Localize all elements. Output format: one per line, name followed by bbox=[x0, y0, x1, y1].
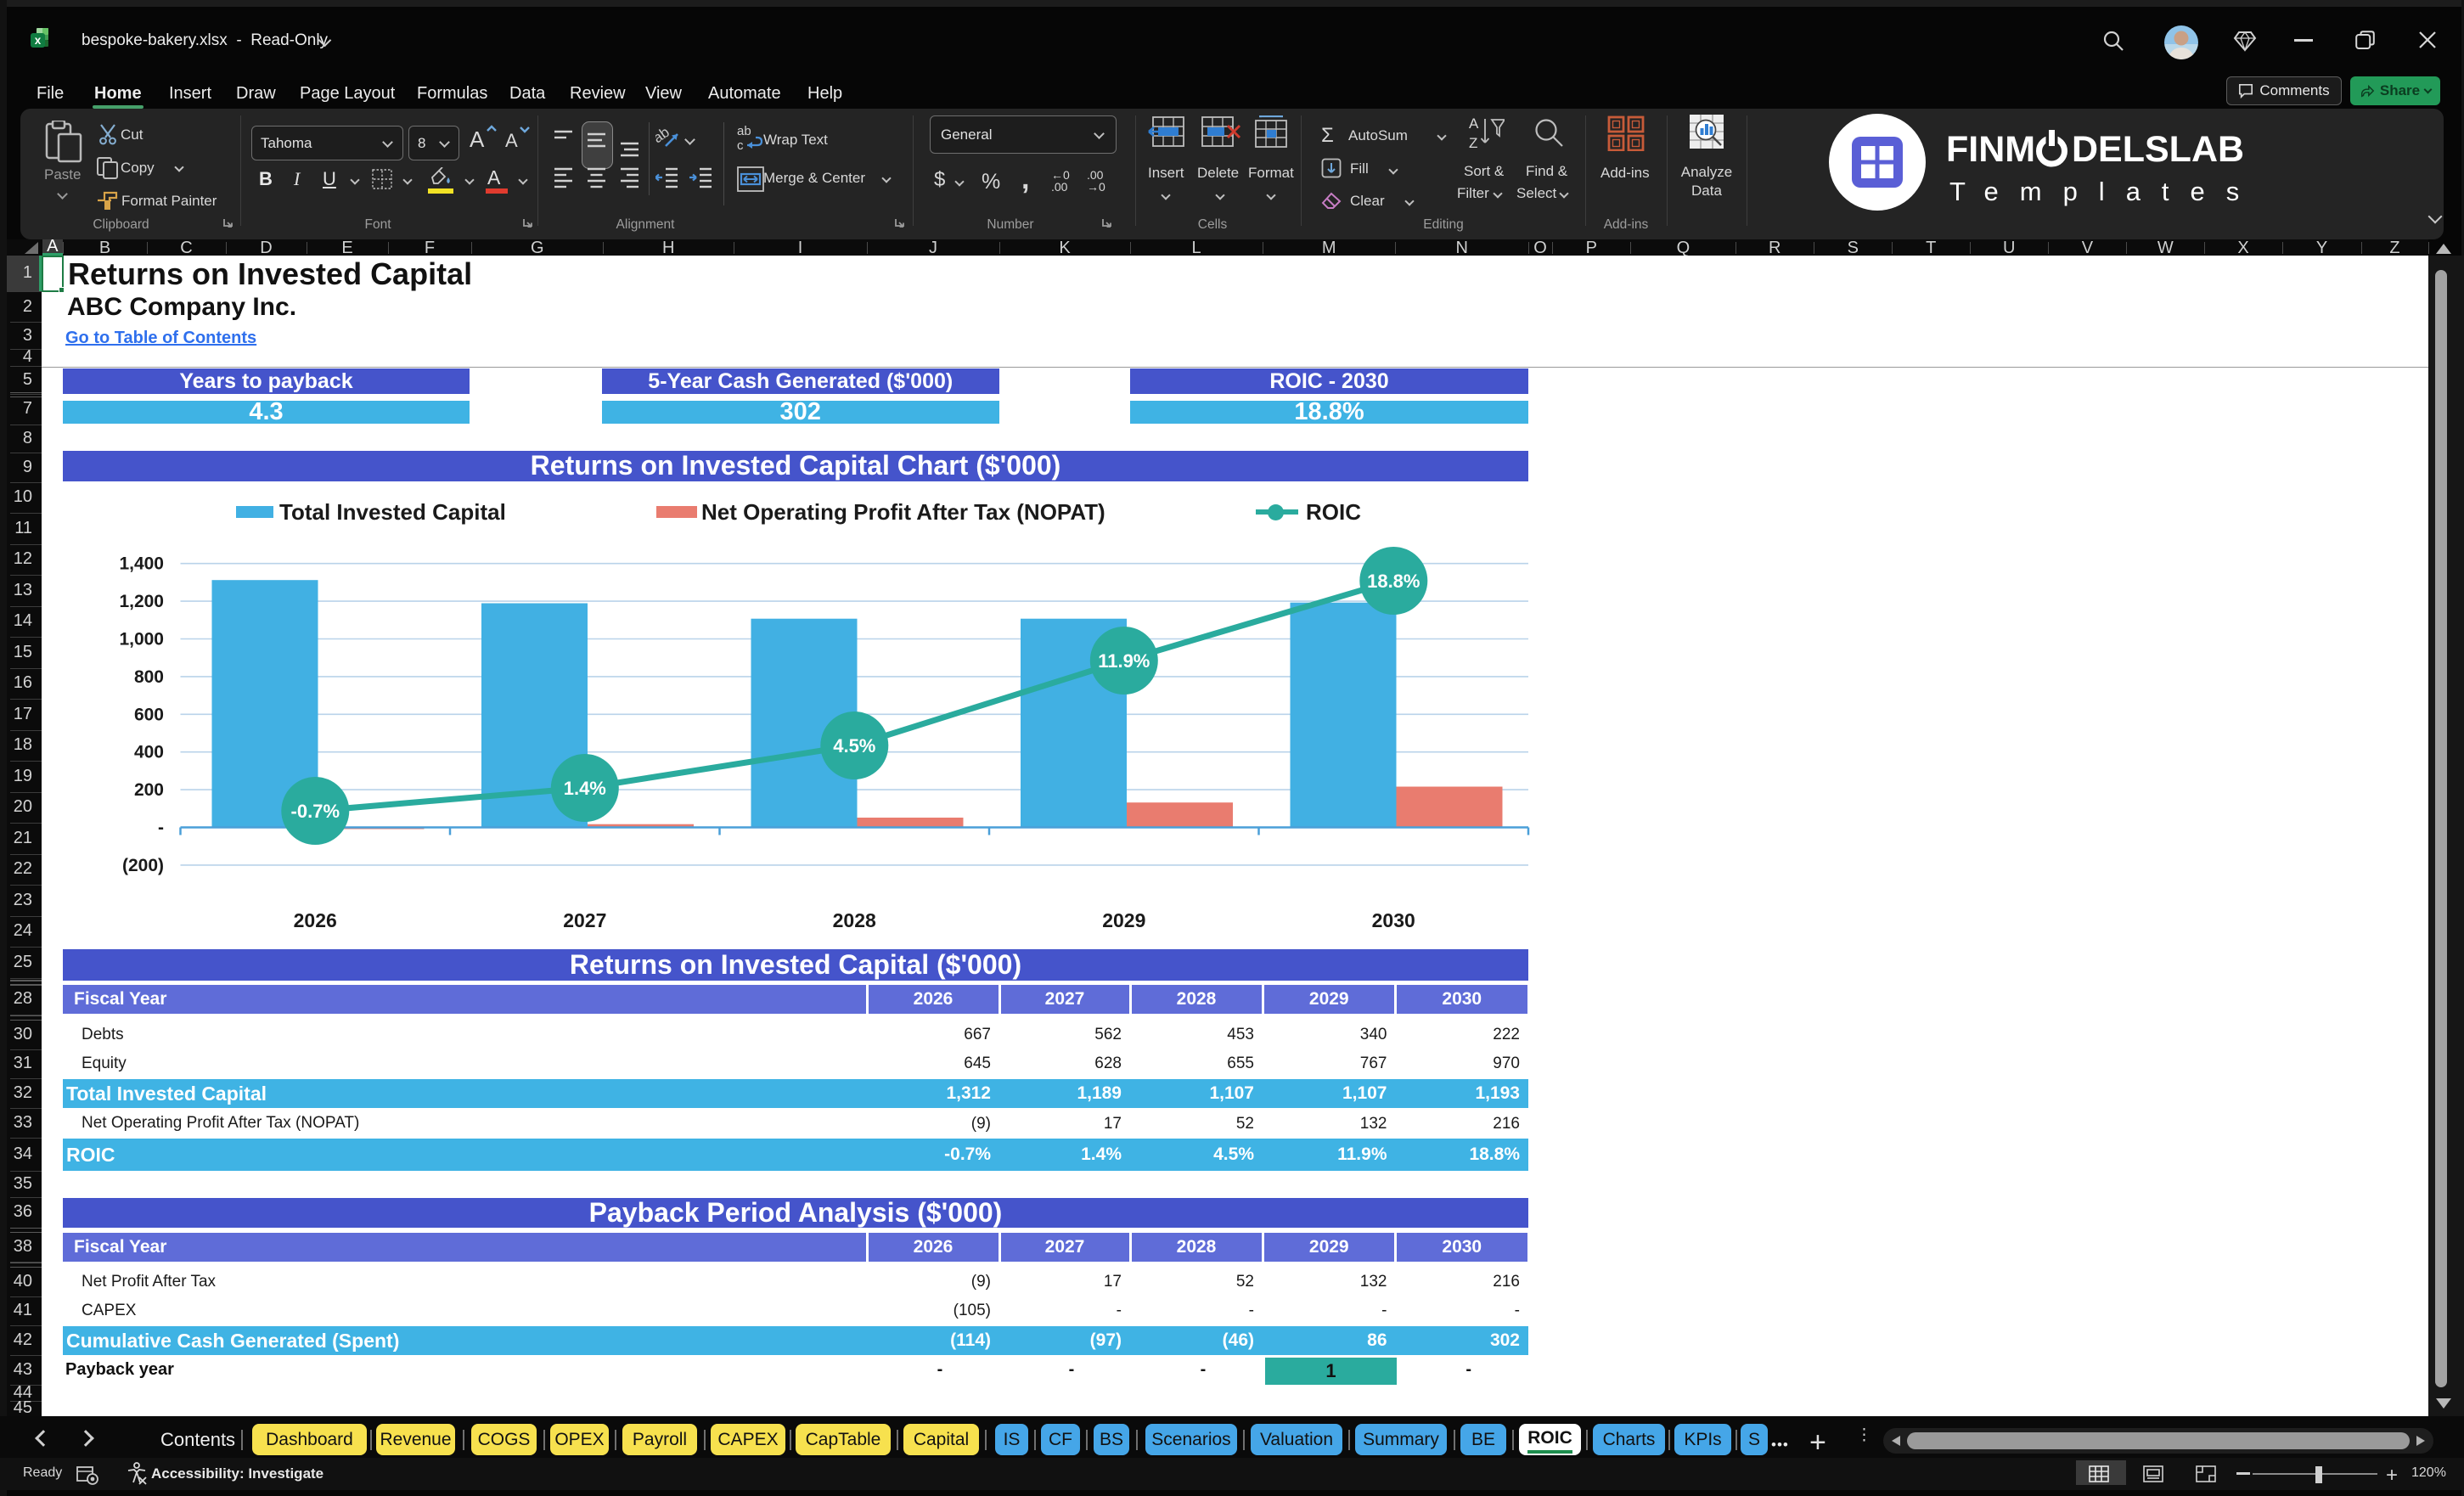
svg-text:1,400: 1,400 bbox=[119, 554, 164, 574]
svg-text:2027: 2027 bbox=[563, 909, 606, 931]
svg-text:(200): (200) bbox=[122, 856, 164, 875]
svg-text:800: 800 bbox=[134, 667, 164, 687]
svg-text:1.4%: 1.4% bbox=[564, 778, 606, 799]
svg-text:200: 200 bbox=[134, 780, 164, 800]
svg-text:2026: 2026 bbox=[294, 909, 337, 931]
svg-text:400: 400 bbox=[134, 743, 164, 762]
svg-text:2030: 2030 bbox=[1372, 909, 1415, 931]
svg-text:11.9%: 11.9% bbox=[1098, 650, 1150, 672]
svg-text:2029: 2029 bbox=[1102, 909, 1145, 931]
svg-text:4.5%: 4.5% bbox=[833, 735, 875, 756]
svg-text:-: - bbox=[158, 818, 164, 838]
svg-text:-0.7%: -0.7% bbox=[291, 801, 340, 822]
svg-text:18.8%: 18.8% bbox=[1367, 571, 1420, 592]
svg-text:1,000: 1,000 bbox=[119, 630, 164, 650]
svg-text:1,200: 1,200 bbox=[119, 592, 164, 611]
svg-text:600: 600 bbox=[134, 705, 164, 724]
svg-text:2028: 2028 bbox=[833, 909, 876, 931]
